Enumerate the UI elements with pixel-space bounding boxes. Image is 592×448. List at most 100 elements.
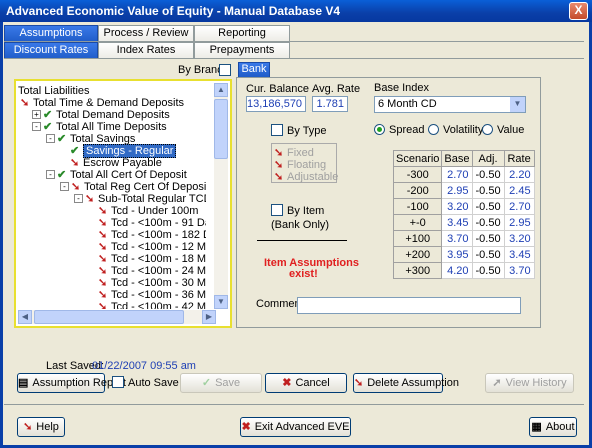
tree-node[interactable]: ➘ Tcd - <100m - 91 Day xyxy=(98,217,206,229)
adj-cell[interactable]: -0.50 xyxy=(471,262,505,279)
rate-cell[interactable]: 2.70 xyxy=(503,198,535,215)
type-adjustable: ➘ Adjustable xyxy=(274,171,339,183)
radio-spread-dot[interactable] xyxy=(374,124,385,135)
tab-process-review[interactable]: Process / Review xyxy=(98,25,194,42)
arrow-icon: ➘ xyxy=(98,217,108,229)
title-bar: Advanced Economic Value of Equity - Manu… xyxy=(0,0,592,22)
history-icon: ➚ xyxy=(492,377,502,389)
hscroll-thumb[interactable] xyxy=(34,310,184,324)
tab-discount-rates[interactable]: Discount Rates xyxy=(4,42,98,59)
tree-node[interactable]: - ✔ Total All Time Deposits xyxy=(32,121,167,133)
tree-node[interactable]: -➘Sub-Total Regular TCD's < xyxy=(74,193,206,205)
about-button[interactable]: ▦ About xyxy=(529,417,577,437)
comment-input[interactable] xyxy=(297,297,521,314)
by-type-checkbox[interactable] xyxy=(271,124,283,136)
col-adj: Adj. xyxy=(471,150,505,167)
footer-divider xyxy=(4,404,584,405)
base-index-select[interactable]: 6 Month CD ▼ xyxy=(374,96,526,113)
base-cell[interactable]: 3.20 xyxy=(441,198,473,215)
radio-value-dot[interactable] xyxy=(482,124,493,135)
by-item-checkbox[interactable] xyxy=(271,204,283,216)
tree-node[interactable]: ➘ Total Time & Demand Deposits xyxy=(20,97,184,109)
scroll-down-icon[interactable]: ▼ xyxy=(214,295,228,309)
grid-row: -100 3.20 -0.50 2.70 xyxy=(392,198,535,215)
by-item-option[interactable]: By Item xyxy=(271,204,324,217)
expand-icon[interactable]: - xyxy=(46,170,55,179)
rate-cell[interactable]: 2.45 xyxy=(503,182,535,199)
tree-node[interactable]: ➘Tcd - <100m - 12 Mont xyxy=(98,241,206,253)
cancel-button[interactable]: ✖ Cancel xyxy=(265,373,347,393)
scroll-up-icon[interactable]: ▲ xyxy=(214,83,228,97)
tree-node[interactable]: ➘Tcd - <100m - 18 Mont xyxy=(98,253,206,265)
expand-icon[interactable]: - xyxy=(74,194,83,203)
tab-reporting[interactable]: Reporting xyxy=(194,25,290,42)
check-icon: ✔ xyxy=(43,121,53,133)
view-history-button[interactable]: ➚ View History xyxy=(485,373,574,393)
expand-icon[interactable]: - xyxy=(46,134,55,143)
arrow-icon: ➘ xyxy=(85,193,95,205)
expand-icon[interactable]: - xyxy=(60,182,69,191)
expand-icon[interactable]: - xyxy=(32,122,41,131)
rate-cell[interactable]: 3.20 xyxy=(503,230,535,247)
scenario-cell: +300 xyxy=(392,262,443,279)
radio-value[interactable]: Value xyxy=(482,124,524,136)
base-cell[interactable]: 2.70 xyxy=(441,166,473,183)
scenario-grid: Scenario Base Adj. Rate -300 2.70 -0.50 2.2… xyxy=(392,150,535,279)
base-cell[interactable]: 4.20 xyxy=(441,262,473,279)
rate-cell[interactable]: 3.70 xyxy=(503,262,535,279)
tab-bank[interactable]: Bank xyxy=(238,62,270,77)
radio-spread[interactable]: Spread xyxy=(374,124,424,136)
radio-volatility-dot[interactable] xyxy=(428,124,439,135)
tree-vertical-scrollbar[interactable]: ▲ ▼ xyxy=(214,83,228,309)
tree-node[interactable]: Total Liabilities xyxy=(18,85,90,97)
tree-node[interactable]: - ➘ Total Reg Cert Of Deposits xyxy=(60,181,206,193)
adj-cell[interactable]: -0.50 xyxy=(471,246,505,263)
adj-cell[interactable]: -0.50 xyxy=(471,214,505,231)
save-button[interactable]: ✓ Save xyxy=(180,373,262,393)
scenario-cell: +-0 xyxy=(392,214,443,231)
delete-assumption-button[interactable]: ➘ Delete Assumption xyxy=(353,373,459,393)
tree-horizontal-scrollbar[interactable]: ◀ ▶ xyxy=(18,310,216,324)
scroll-left-icon[interactable]: ◀ xyxy=(18,310,32,324)
base-cell[interactable]: 3.45 xyxy=(441,214,473,231)
tree-node[interactable]: - ✔ Total All Cert Of Deposit xyxy=(46,169,187,181)
base-cell[interactable]: 3.95 xyxy=(441,246,473,263)
tree-node[interactable]: ➘Tcd - <100m - 24 Mont xyxy=(98,265,206,277)
by-type-option[interactable]: By Type xyxy=(271,124,327,137)
tree-node[interactable]: ➘Tcd - <100m - 36 Mont xyxy=(98,289,206,301)
by-branch-checkbox[interactable] xyxy=(219,64,231,76)
expand-icon[interactable]: + xyxy=(32,110,41,119)
tree-node[interactable]: ➘Tcd - <100m - 182 Day xyxy=(98,229,206,241)
tree-node[interactable]: ➘ Escrow Payable xyxy=(70,157,162,169)
adj-cell[interactable]: -0.50 xyxy=(471,230,505,247)
help-button[interactable]: ➘ Help xyxy=(17,417,65,437)
chevron-down-icon[interactable]: ▼ xyxy=(510,97,525,112)
close-button[interactable]: X xyxy=(569,2,588,20)
rate-cell[interactable]: 2.20 xyxy=(503,166,535,183)
assumption-report-button[interactable]: ▤ Assumption Report xyxy=(17,373,126,393)
scroll-right-icon[interactable]: ▶ xyxy=(202,310,216,324)
rate-cell[interactable]: 2.95 xyxy=(503,214,535,231)
tab-assumptions[interactable]: Assumptions xyxy=(4,25,98,42)
subtab-divider xyxy=(4,58,584,59)
auto-save-checkbox[interactable] xyxy=(112,376,124,388)
adj-cell[interactable]: -0.50 xyxy=(471,166,505,183)
tree-node[interactable]: ➘Tcd - <100m - 30 Mont xyxy=(98,277,206,289)
tree-node[interactable]: ➘ Tcd - Under 100m xyxy=(98,205,198,217)
tree-node[interactable]: ✔ Savings - Regular xyxy=(70,144,177,158)
radio-volatility[interactable]: Volatility xyxy=(428,124,483,136)
base-cell[interactable]: 3.70 xyxy=(441,230,473,247)
tab-prepayments[interactable]: Prepayments xyxy=(194,42,290,59)
base-cell[interactable]: 2.95 xyxy=(441,182,473,199)
tab-index-rates[interactable]: Index Rates xyxy=(98,42,194,59)
rate-cell[interactable]: 3.45 xyxy=(503,246,535,263)
scroll-thumb[interactable] xyxy=(214,99,228,159)
tree-node-label: Total Reg Cert Of Deposits xyxy=(84,181,206,193)
auto-save-option[interactable]: Auto Save xyxy=(112,376,179,389)
tree-node[interactable]: + ✔ Total Demand Deposits xyxy=(32,109,170,121)
scenario-cell: +200 xyxy=(392,246,443,263)
exit-button[interactable]: ✖ Exit Advanced EVE xyxy=(240,417,351,437)
tree-node[interactable]: ➘Tcd - <100m - 42 Mont xyxy=(98,301,206,309)
adj-cell[interactable]: -0.50 xyxy=(471,182,505,199)
adj-cell[interactable]: -0.50 xyxy=(471,198,505,215)
